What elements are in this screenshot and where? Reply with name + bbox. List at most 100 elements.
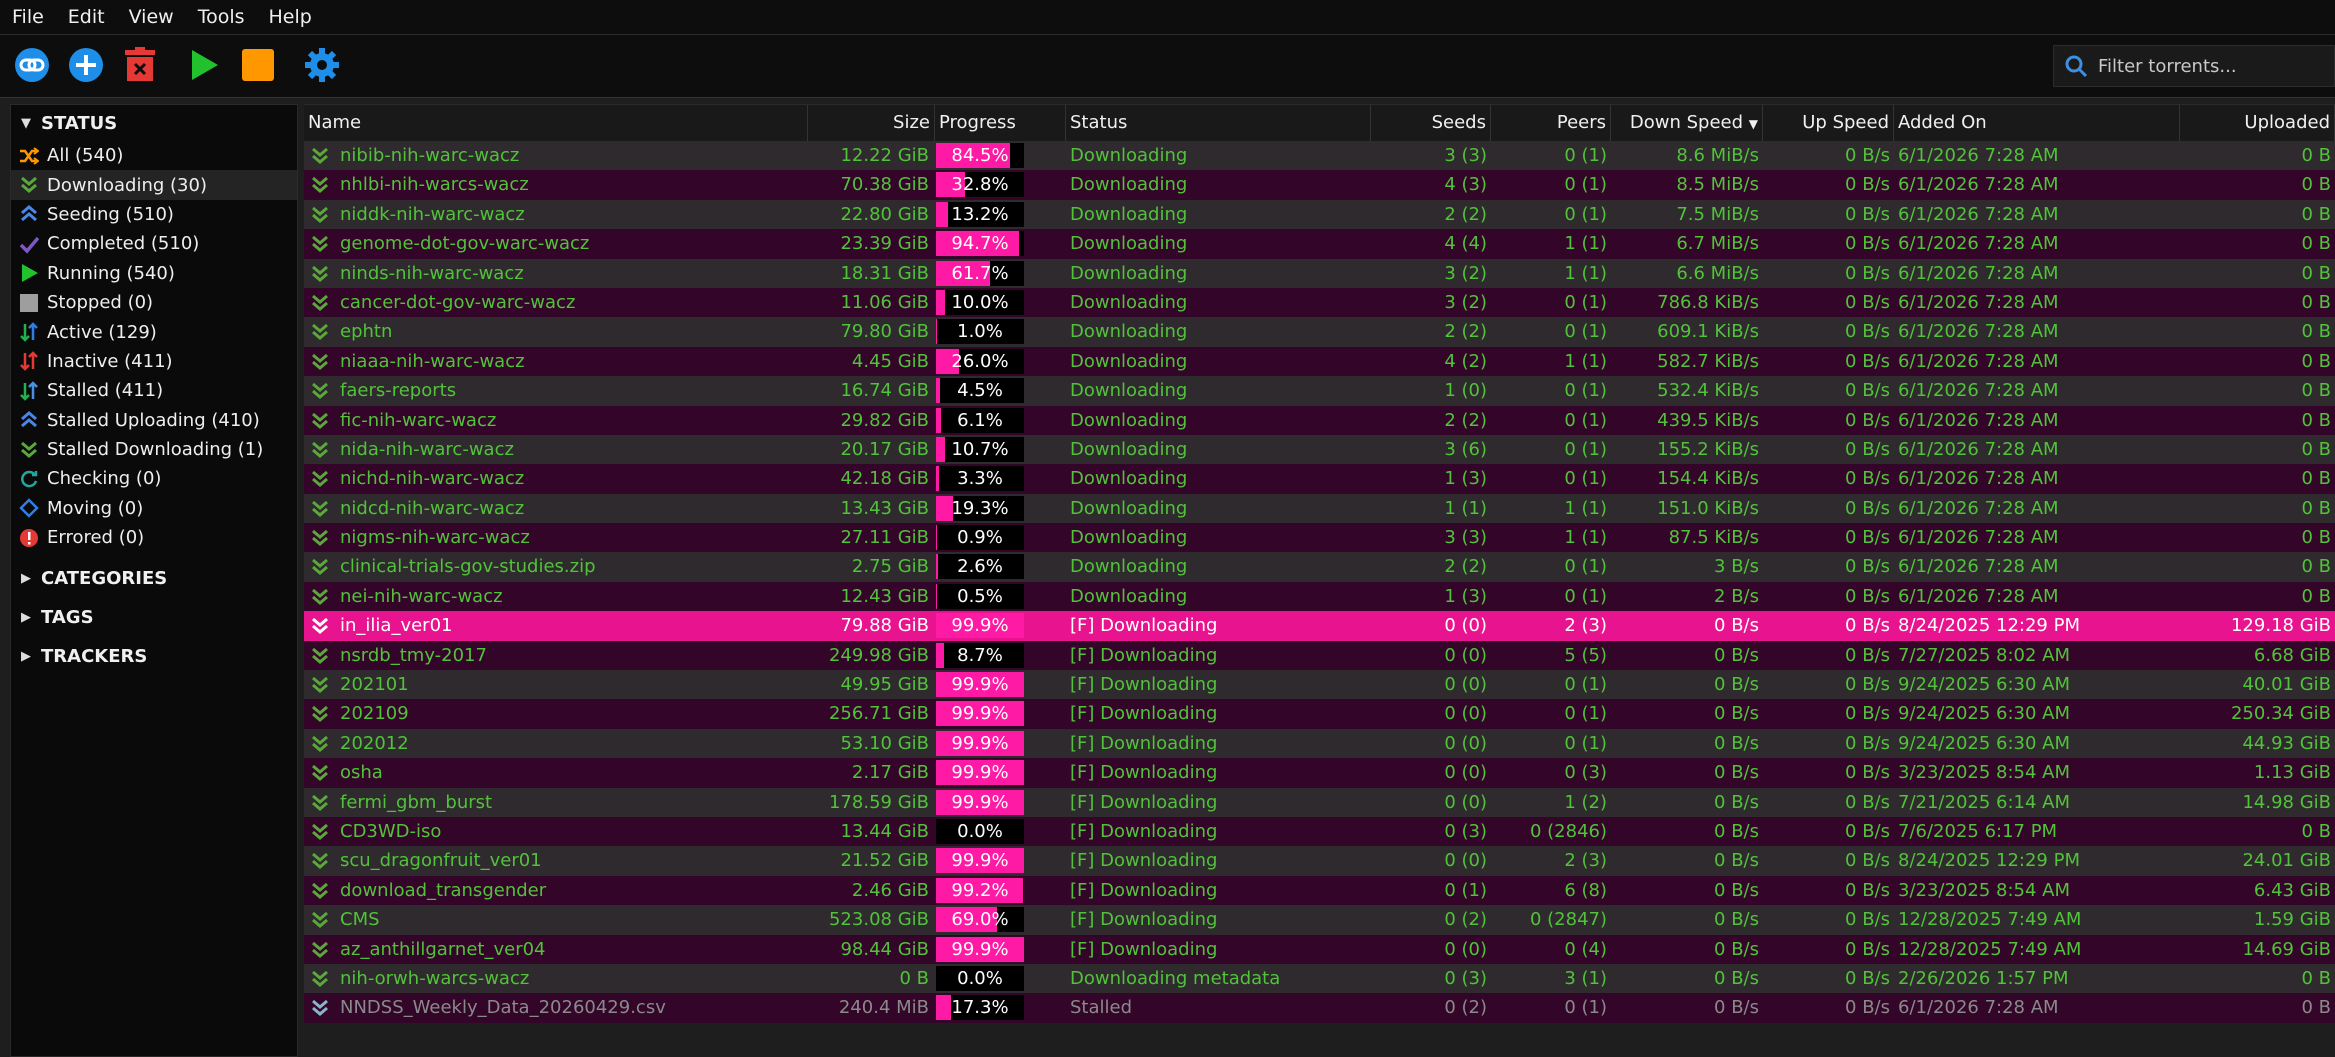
options-button[interactable]	[302, 45, 342, 85]
torrent-row[interactable]: CD3WD-iso 13.44 GiB [F] Downloading 0 (3) 0 …	[304, 816, 2335, 847]
torrent-row[interactable]: nsrdb_tmy-2017 249.98 GiB [F] Downloading 0…	[304, 640, 2335, 671]
status-filter-downloading[interactable]: Downloading (30)	[11, 170, 297, 200]
cell-seeds: 0 (0)	[1444, 762, 1487, 784]
col-header-status[interactable]: Status	[1066, 105, 1371, 141]
downloading-icon	[310, 675, 330, 695]
cell-name: nida-nih-warc-wacz	[340, 438, 514, 460]
torrent-row[interactable]: niddk-nih-warc-wacz 22.80 GiB Downloading 2…	[304, 199, 2335, 230]
torrent-row[interactable]: faers-reports 16.74 GiB Downloading 1 (0) 0 …	[304, 376, 2335, 406]
menu-tools[interactable]: Tools	[186, 6, 257, 28]
status-filter-active[interactable]: Active (129)	[11, 317, 297, 346]
col-header-progress[interactable]: Progress	[935, 105, 1066, 141]
pause-button[interactable]	[238, 45, 278, 85]
collapse-icon: ▼	[21, 115, 31, 131]
cell-up-speed: 0 B/s	[1845, 556, 1890, 578]
torrent-row[interactable]: download_transgender 2.46 GiB [F] Download…	[304, 875, 2335, 906]
torrent-row[interactable]: fic-nih-warc-wacz 29.82 GiB Downloading 2 (…	[304, 405, 2335, 435]
torrent-row[interactable]: in_ilia_ver01 79.88 GiB [F] Downloading 0 (…	[304, 611, 2335, 641]
torrent-row[interactable]: 202012 53.10 GiB [F] Downloading 0 (0) 0 (1)…	[304, 728, 2335, 759]
torrent-row[interactable]: NNDSS_Weekly_Data_20260429.csv 240.4 MiB S…	[304, 993, 2335, 1023]
resume-button[interactable]	[184, 45, 224, 85]
status-filter-checking[interactable]: Checking (0)	[11, 464, 297, 493]
status-filter-moving[interactable]: Moving (0)	[11, 494, 297, 523]
torrent-row[interactable]: nida-nih-warc-wacz 20.17 GiB Downloading 3 …	[304, 434, 2335, 465]
downloading-icon	[310, 793, 330, 813]
torrent-row[interactable]: CMS 523.08 GiB [F] Downloading 0 (2) 0 (2847…	[304, 905, 2335, 935]
status-filter-completed[interactable]: Completed (510)	[11, 229, 297, 258]
progress-text: 99.9%	[951, 762, 1009, 784]
cell-uploaded: 0 B	[2301, 174, 2331, 196]
progress-text: 0.5%	[957, 585, 1003, 607]
cell-uploaded: 14.69 GiB	[2242, 938, 2331, 960]
status-filter-running[interactable]: Running (540)	[11, 259, 297, 288]
col-header-size[interactable]: Size	[808, 105, 935, 141]
col-header-up-speed[interactable]: Up Speed	[1763, 105, 1894, 141]
add-torrent-button[interactable]	[66, 45, 106, 85]
torrent-row[interactable]: az_anthillgarnet_ver04 98.44 GiB [F] Downl…	[304, 934, 2335, 964]
torrent-row[interactable]: clinical-trials-gov-studies.zip 2.75 GiB D…	[304, 552, 2335, 582]
error-icon	[19, 528, 39, 548]
cell-peers: 1 (1)	[1564, 262, 1607, 284]
torrent-row[interactable]: ninds-nih-warc-wacz 18.31 GiB Downloading 3…	[304, 258, 2335, 288]
torrent-row[interactable]: nhlbi-nih-warcs-wacz 70.38 GiB Downloading…	[304, 170, 2335, 200]
torrent-row[interactable]: nibib-nih-warc-wacz 12.22 GiB Downloading 3…	[304, 141, 2335, 171]
torrent-row[interactable]: 202101 49.95 GiB [F] Downloading 0 (0) 0 (1)…	[304, 670, 2335, 700]
torrent-row[interactable]: niaaa-nih-warc-wacz 4.45 GiB Downloading 4 …	[304, 346, 2335, 377]
cell-status: Downloading	[1070, 233, 1188, 255]
status-filter-label: Stalled (411)	[47, 380, 164, 402]
categories-section-header[interactable]: ▶ CATEGORIES	[11, 560, 297, 596]
status-filter-stalled-uploading[interactable]: Stalled Uploading (410)	[11, 406, 297, 435]
col-header-added-on[interactable]: Added On	[1894, 105, 2180, 141]
torrent-row[interactable]: ephtn 79.80 GiB Downloading 2 (2) 0 (1) 609.1…	[304, 317, 2335, 347]
status-filter-seeding[interactable]: Seeding (510)	[11, 200, 297, 229]
resume-icon	[192, 50, 218, 80]
col-header-uploaded[interactable]: Uploaded	[2180, 105, 2335, 141]
torrent-row[interactable]: 202109 256.71 GiB [F] Downloading 0 (0) 0 (1…	[304, 699, 2335, 729]
downloading-icon	[310, 528, 330, 548]
torrent-row[interactable]: nei-nih-warc-wacz 12.43 GiB Downloading 1 (…	[304, 581, 2335, 612]
cell-peers: 0 (1)	[1564, 409, 1607, 431]
cell-name: genome-dot-gov-warc-wacz	[340, 233, 590, 255]
menu-help[interactable]: Help	[257, 6, 324, 28]
torrent-row[interactable]: nigms-nih-warc-wacz 27.11 GiB Downloading 3…	[304, 523, 2335, 553]
filter-torrents-input[interactable]	[2096, 54, 2320, 78]
torrent-row[interactable]: nidcd-nih-warc-wacz 13.43 GiB Downloading 1…	[304, 493, 2335, 524]
downloading-icon	[310, 822, 330, 842]
col-header-name[interactable]: Name	[304, 105, 808, 141]
torrent-row[interactable]: fermi_gbm_burst 178.59 GiB [F] Downloading…	[304, 787, 2335, 817]
status-filter-stalled-downloading[interactable]: Stalled Downloading (1)	[11, 435, 297, 464]
status-filter-stalled[interactable]: Stalled (411)	[11, 376, 297, 405]
menu-edit[interactable]: Edit	[56, 6, 117, 28]
cell-size: 27.11 GiB	[840, 527, 929, 549]
status-section-header[interactable]: ▼ STATUS	[11, 105, 297, 141]
torrent-row[interactable]: scu_dragonfruit_ver01 21.52 GiB [F] Downlo…	[304, 846, 2335, 876]
status-filter-errored[interactable]: Errored (0)	[11, 523, 297, 552]
delete-button[interactable]	[120, 45, 160, 85]
cell-seeds: 1 (3)	[1444, 468, 1487, 490]
status-filter-inactive[interactable]: Inactive (411)	[11, 347, 297, 376]
menu-file[interactable]: File	[0, 6, 56, 28]
status-filter-all[interactable]: All (540)	[11, 141, 297, 170]
cell-up-speed: 0 B/s	[1845, 615, 1890, 637]
torrent-row[interactable]: nih-orwh-warcs-wacz 0 B Downloading metada…	[304, 963, 2335, 994]
torrent-row[interactable]: genome-dot-gov-warc-wacz 23.39 GiB Downloa…	[304, 229, 2335, 259]
cell-up-speed: 0 B/s	[1845, 468, 1890, 490]
status-filter-stopped[interactable]: Stopped (0)	[11, 288, 297, 317]
progress-text: 99.9%	[951, 615, 1009, 637]
add-torrent-link-button[interactable]	[12, 45, 52, 85]
tags-section-header[interactable]: ▶ TAGS	[11, 599, 297, 635]
progress-bar: 0.5%	[936, 583, 1024, 609]
cell-down-speed: 609.1 KiB/s	[1657, 321, 1759, 343]
torrent-row[interactable]: osha 2.17 GiB [F] Downloading 0 (0) 0 (3) 0 B…	[304, 758, 2335, 788]
cell-status: Downloading	[1070, 174, 1188, 196]
menu-view[interactable]: View	[117, 6, 186, 28]
cell-up-speed: 0 B/s	[1845, 585, 1890, 607]
progress-bar: 99.9%	[936, 701, 1024, 727]
col-header-peers[interactable]: Peers	[1491, 105, 1611, 141]
torrent-row[interactable]: nichd-nih-warc-wacz 42.18 GiB Downloading 1…	[304, 464, 2335, 494]
trackers-section-header[interactable]: ▶ TRACKERS	[11, 638, 297, 674]
col-header-seeds[interactable]: Seeds	[1371, 105, 1491, 141]
cell-seeds: 0 (2)	[1444, 997, 1487, 1019]
col-header-down-speed[interactable]: Down Speed ▼	[1611, 105, 1763, 141]
torrent-row[interactable]: cancer-dot-gov-warc-wacz 11.06 GiB Downloa…	[304, 287, 2335, 318]
